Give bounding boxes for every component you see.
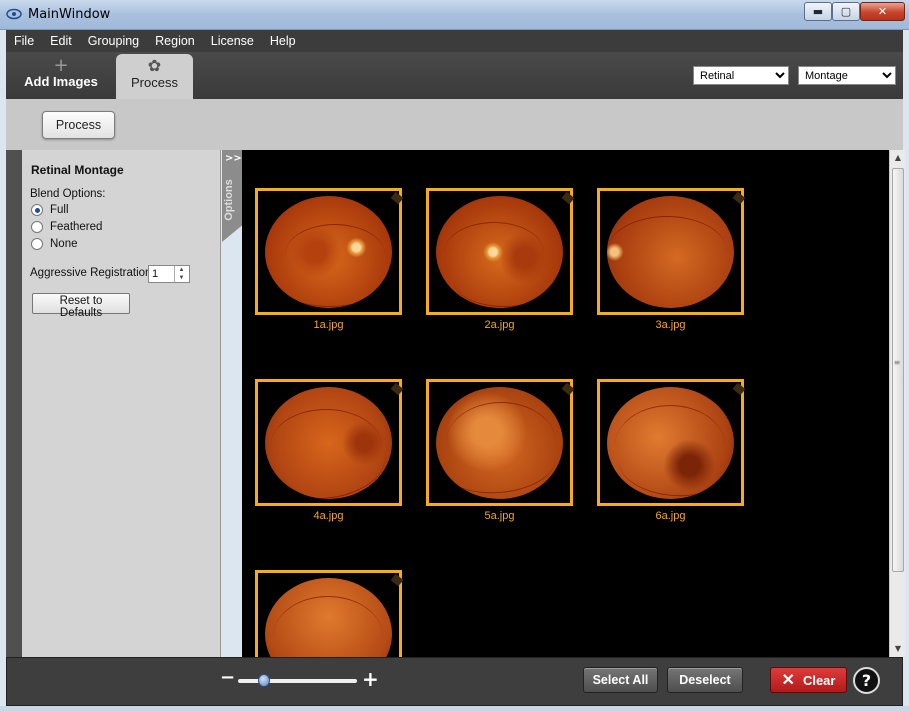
aggressive-registration-label: Aggressive Registration:	[30, 267, 155, 279]
image-notch	[732, 191, 746, 205]
image-name: 6a.jpg	[655, 510, 686, 522]
blend-option-feathered[interactable]: Feathered	[31, 221, 102, 233]
blend-option-none[interactable]: None	[31, 238, 78, 250]
image-thumbnail[interactable]	[426, 379, 575, 506]
radio-full[interactable]	[31, 204, 43, 216]
image-notch	[390, 191, 404, 205]
fundus-image	[607, 196, 734, 308]
clear-button[interactable]: ✕ Clear	[770, 667, 847, 693]
deselect-button[interactable]: Deselect	[667, 667, 743, 693]
image-name: 4a.jpg	[313, 510, 344, 522]
tab-add-images[interactable]: + Add Images	[20, 55, 102, 98]
process-button[interactable]: Process	[42, 111, 115, 139]
tab-add-images-label: Add Images	[24, 74, 98, 89]
help-icon[interactable]: ?	[853, 667, 880, 694]
blend-option-full[interactable]: Full	[31, 204, 69, 216]
tab-process-label: Process	[131, 75, 178, 90]
image-thumbnail[interactable]	[597, 188, 746, 315]
menu-help[interactable]: Help	[262, 34, 304, 48]
image-notch	[561, 382, 575, 396]
options-tab-label[interactable]: Options	[223, 170, 235, 230]
image-thumbnail[interactable]	[597, 379, 746, 506]
menu-bar: File Edit Grouping Region License Help	[6, 30, 903, 52]
fundus-image	[265, 387, 392, 499]
image-thumbnail[interactable]	[255, 570, 404, 657]
domain-select[interactable]: Retinal	[693, 66, 789, 85]
menu-grouping[interactable]: Grouping	[80, 34, 147, 48]
image-notch	[390, 382, 404, 396]
image-notch	[390, 573, 404, 587]
select-all-button[interactable]: Select All	[583, 667, 658, 693]
radio-none[interactable]	[31, 238, 43, 250]
window-bottom-border	[0, 706, 909, 712]
image-notch	[732, 382, 746, 396]
minimize-button[interactable]: ▬	[804, 2, 832, 21]
grip-icon: ≡	[893, 358, 901, 367]
image-grid: 1a.jpg 2a.jpg 3a.jpg 4a.jpg 5a.jpg 6a.jp…	[242, 150, 889, 657]
maximize-button[interactable]: ▢	[832, 2, 860, 21]
fundus-image	[436, 196, 563, 308]
spinbox-arrows-icon[interactable]: ▲ ▼	[174, 266, 188, 282]
zoom-slider-track[interactable]	[238, 679, 357, 683]
close-button[interactable]: ✕	[860, 2, 905, 21]
fundus-image	[265, 578, 392, 657]
scrollbar-thumb[interactable]	[892, 168, 904, 572]
image-name: 1a.jpg	[313, 319, 344, 331]
flower-icon: ✿	[147, 56, 162, 75]
zoom-out-icon[interactable]: −	[220, 667, 235, 688]
collapse-chevron-icon[interactable]: >>	[225, 153, 242, 164]
image-name: 5a.jpg	[484, 510, 515, 522]
menu-edit[interactable]: Edit	[42, 34, 80, 48]
image-name: 2a.jpg	[484, 319, 515, 331]
process-toolbar	[6, 99, 903, 150]
image-name: 3a.jpg	[655, 319, 686, 331]
image-thumbnail[interactable]	[255, 188, 404, 315]
eye-icon	[6, 8, 22, 20]
blend-options-label: Blend Options:	[30, 188, 106, 200]
options-panel: Retinal Montage Blend Options: Full Feat…	[22, 150, 221, 657]
bottom-bar	[6, 657, 903, 706]
zoom-slider-handle[interactable]	[258, 674, 270, 687]
menu-file[interactable]: File	[6, 34, 42, 48]
radio-feathered[interactable]	[31, 221, 43, 233]
menu-region[interactable]: Region	[147, 34, 203, 48]
x-icon: ✕	[781, 672, 795, 689]
zoom-in-icon[interactable]: +	[362, 667, 379, 691]
radio-feathered-label: Feathered	[50, 221, 103, 233]
radio-full-label: Full	[50, 204, 69, 216]
fundus-image	[607, 387, 734, 499]
image-notch	[561, 191, 575, 205]
plus-icon: +	[53, 55, 69, 76]
fundus-image	[436, 387, 563, 499]
scroll-down-arrow-icon[interactable]: ▼	[890, 641, 906, 657]
scroll-up-arrow-icon[interactable]: ▲	[890, 150, 906, 166]
window-title: MainWindow	[28, 7, 111, 22]
clear-button-label: Clear	[802, 672, 836, 688]
vertical-scrollbar[interactable]: ▲ ≡ ▼	[889, 150, 905, 657]
image-thumbnail[interactable]	[426, 188, 575, 315]
mode-select[interactable]: Montage	[798, 66, 896, 85]
tab-process[interactable]: ✿ Process	[116, 54, 193, 99]
reset-defaults-button[interactable]: Reset to Defaults	[32, 293, 130, 319]
left-edge-strip	[6, 150, 22, 657]
panel-title: Retinal Montage	[31, 163, 124, 177]
radio-none-label: None	[50, 238, 78, 250]
menu-license[interactable]: License	[203, 34, 262, 48]
image-thumbnail[interactable]	[255, 379, 404, 506]
fundus-image	[265, 196, 392, 308]
title-bar: MainWindow ▬ ▢ ✕	[0, 0, 909, 30]
